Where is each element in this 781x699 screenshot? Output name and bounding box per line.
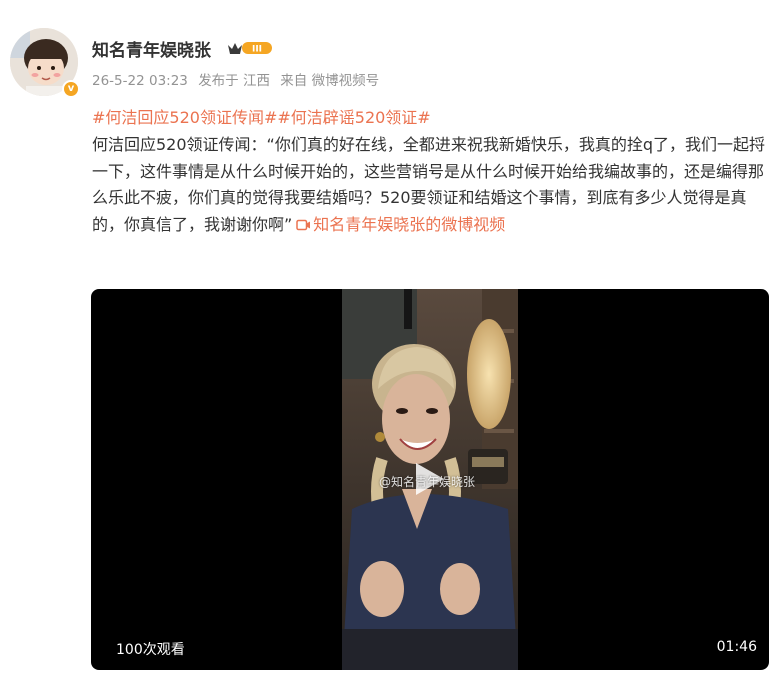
topic-link[interactable]: #何洁辟谣520领证# bbox=[277, 108, 430, 127]
vip-level-label: III bbox=[252, 45, 262, 55]
topic-link[interactable]: #何洁回应520领证传闻# bbox=[92, 108, 277, 127]
post-location: 发布于 江西 bbox=[198, 73, 270, 89]
video-link-label: 知名青年娱晓张的微博视频 bbox=[313, 214, 506, 234]
video-duration: 01:46 bbox=[716, 639, 757, 655]
video-player[interactable]: @知名青年娱晓张 100次观看 01:46 bbox=[91, 289, 769, 670]
post-source[interactable]: 来自 微博视频号 bbox=[280, 73, 379, 89]
post-body: 何洁回应520领证传闻：“你们真的好在线，全都进来祝我新婚快乐，我真的拴q了，我… bbox=[92, 132, 768, 238]
video-link-icon bbox=[296, 219, 311, 230]
video-link[interactable]: 知名青年娱晓张的微博视频 bbox=[292, 215, 505, 234]
verified-badge-icon: v bbox=[62, 80, 80, 98]
view-count: 100次观看 bbox=[116, 642, 185, 658]
topic-list: #何洁回应520领证传闻##何洁辟谣520领证# bbox=[92, 104, 431, 128]
vip-crown-badge-icon[interactable]: III bbox=[226, 39, 274, 57]
video-watermark: @知名青年娱晓张 bbox=[379, 475, 476, 489]
author-name[interactable]: 知名青年娱晓张 bbox=[92, 36, 211, 61]
post-timestamp[interactable]: 26-5-22 03:23 bbox=[92, 73, 188, 89]
post-meta: 26-5-22 03:23 发布于 江西 来自 微博视频号 bbox=[92, 69, 385, 89]
